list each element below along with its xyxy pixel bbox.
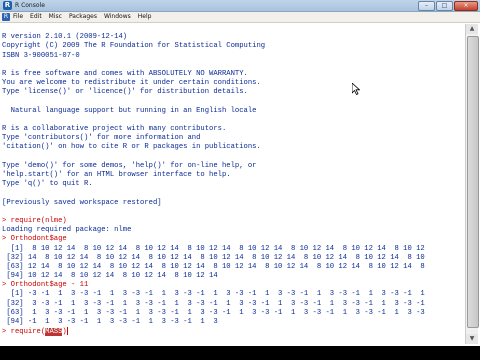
console-line: Type 'demo()' for some demos, 'help()' f… — [2, 161, 257, 170]
console-command-line: > require(MASS) — [2, 327, 462, 337]
menu-file[interactable]: File — [13, 12, 23, 22]
console-line: Natural language support but running in … — [2, 106, 257, 115]
command-text: require(nlme) — [10, 216, 67, 225]
prompt-symbol: > — [2, 328, 11, 337]
console-line: R version 2.10.1 (2009-12-14) — [2, 33, 128, 42]
window-title: R Console — [15, 2, 45, 9]
minimize-button[interactable]: – — [418, 1, 435, 11]
prompt-symbol: > — [2, 216, 11, 225]
console-output-line: [32] 14 8 10 12 14 8 10 12 14 8 10 12 14… — [2, 253, 425, 262]
menu-packages[interactable]: Packages — [69, 12, 97, 22]
menu-edit[interactable]: Edit — [30, 12, 42, 22]
title-bar[interactable]: R R Console – □ × — [0, 0, 480, 12]
console-command-line: > Orthodont$age - 11 — [2, 281, 462, 290]
console-output-line: [1] -3 -1 1 3 -3 -1 1 3 -3 -1 1 3 -3 -1 … — [2, 290, 425, 299]
console-line: Type 'contributors()' for more informati… — [2, 134, 201, 143]
console-command-line: > Orthodont$age — [2, 235, 462, 244]
menu-help[interactable]: Help — [138, 12, 152, 22]
console-output-line: [94] -1 1 3 -3 -1 1 3 -3 -1 1 3 -3 -1 1 … — [2, 318, 218, 326]
console-line: Type 'license()' or 'licence()' for dist… — [2, 88, 248, 97]
r-logo-icon[interactable]: R — [2, 13, 10, 21]
console-line: R is free software and comes with ABSOLU… — [2, 69, 248, 78]
console-line: 'help.start()' for an HTML browser inter… — [2, 171, 231, 179]
scroll-down-icon[interactable]: ▼ — [466, 334, 478, 344]
scroll-up-icon[interactable]: ▲ — [466, 24, 478, 34]
command-text: Orthodont$age — [10, 235, 67, 244]
console-line: Copyright (C) 2009 The R Foundation for … — [2, 42, 266, 51]
input-prefix[interactable]: require( — [11, 328, 46, 336]
console-line: R is a collaborative project with many c… — [2, 125, 227, 134]
console-output-line: [63] 1 3 -3 -1 1 3 -3 -1 1 3 -3 -1 1 3 -… — [2, 308, 425, 317]
console-line: Type 'q()' to quit R. — [2, 180, 93, 189]
menu-misc[interactable]: Misc — [49, 12, 62, 22]
mouse-pointer-icon — [352, 83, 360, 95]
console-line: [Previously saved workspace restored] — [2, 198, 162, 207]
console-output-line: [94] 10 12 14 8 10 12 14 8 10 12 14 8 10… — [2, 272, 218, 281]
r-console-window: R R Console – □ × R File Edit Misc Packa… — [0, 0, 480, 346]
menu-windows[interactable]: Windows — [104, 12, 131, 22]
vertical-scrollbar[interactable]: ▲ ▼ — [465, 24, 479, 344]
console-output[interactable]: R version 2.10.1 (2009-12-14) Copyright (… — [2, 24, 462, 344]
console-output-line: [32] 3 -3 -1 1 3 -3 -1 1 3 -3 -1 1 3 -3 … — [2, 299, 425, 308]
console-line: ISBN 3-900051-07-0 — [2, 51, 80, 60]
text-cursor — [66, 327, 68, 336]
close-button[interactable]: × — [454, 1, 478, 11]
window-controls: – □ × — [417, 1, 478, 11]
console-command-line: > require(nlme) — [2, 217, 462, 226]
console-output-line: [1] 8 10 12 14 8 10 12 14 8 10 12 14 8 1… — [2, 244, 425, 253]
console-output-line: [63] 12 14 8 10 12 14 8 10 12 14 8 10 12… — [2, 262, 425, 271]
menu-bar: R File Edit Misc Packages Windows Help — [0, 12, 480, 23]
console-line: 'citation()' on how to cite R or R packa… — [2, 143, 261, 152]
console-output-line: Loading required package: nlme — [2, 226, 132, 235]
r-app-icon: R — [3, 1, 12, 10]
prompt-symbol: > — [2, 235, 11, 244]
scroll-thumb[interactable] — [467, 36, 479, 328]
maximize-button[interactable]: □ — [436, 1, 453, 11]
prompt-symbol: > — [2, 281, 11, 290]
input-selection[interactable]: MASS — [45, 328, 63, 337]
console-line: You are welcome to redistribute it under… — [2, 79, 261, 88]
command-text: Orthodont$age - 11 — [10, 281, 89, 290]
